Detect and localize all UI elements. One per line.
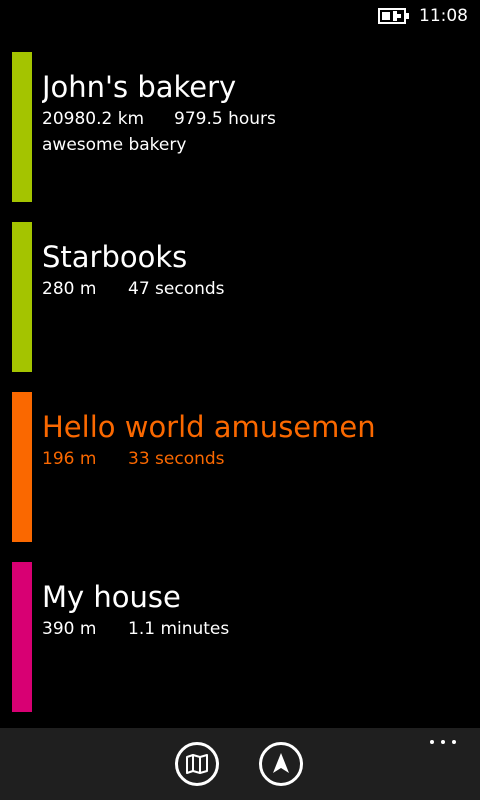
place-texts: Hello world amusement 196 m 33 seconds bbox=[42, 408, 374, 470]
battery-charging-icon bbox=[378, 8, 409, 24]
place-description: awesome bakery bbox=[42, 135, 187, 155]
place-name: Hello world amusement bbox=[42, 410, 374, 444]
place-duration: 979.5 hours bbox=[174, 109, 276, 129]
place-distance: 20980.2 km bbox=[42, 109, 145, 129]
place-duration: 33 seconds bbox=[128, 449, 225, 469]
place-texts: John's bakery 20980.2 km 979.5 hours awes… bbox=[42, 68, 374, 156]
place-distance: 196 m bbox=[42, 449, 97, 469]
more-button[interactable] bbox=[430, 740, 458, 748]
color-stripe bbox=[12, 52, 32, 202]
color-stripe bbox=[12, 562, 32, 712]
place-name: My house bbox=[42, 580, 181, 614]
place-distance: 390 m bbox=[42, 619, 97, 639]
status-bar: 11:08 bbox=[0, 0, 480, 32]
place-distance: 280 m bbox=[42, 279, 97, 299]
place-name: Starbooks bbox=[42, 240, 188, 274]
ellipsis-icon bbox=[430, 740, 434, 744]
place-meta: 196 m 33 seconds bbox=[42, 448, 374, 470]
navigate-button[interactable] bbox=[259, 742, 303, 786]
place-duration: 1.1 minutes bbox=[128, 619, 230, 639]
list-item[interactable]: My house 390 m 1.1 minutes bbox=[12, 562, 452, 712]
place-meta: 280 m 47 seconds bbox=[42, 278, 374, 300]
list-item[interactable]: John's bakery 20980.2 km 979.5 hours awes… bbox=[12, 52, 452, 202]
clock: 11:08 bbox=[419, 6, 468, 26]
list-item[interactable]: Starbooks 280 m 47 seconds bbox=[12, 222, 452, 372]
navigation-arrow-icon bbox=[273, 753, 289, 773]
place-duration: 47 seconds bbox=[128, 279, 225, 299]
list-item-selected[interactable]: Hello world amusement 196 m 33 seconds bbox=[12, 392, 452, 542]
ellipsis-icon bbox=[452, 740, 456, 744]
map-icon bbox=[186, 754, 208, 774]
app-bar bbox=[0, 728, 480, 800]
place-texts: My house 390 m 1.1 minutes bbox=[42, 578, 374, 640]
map-button[interactable] bbox=[175, 742, 219, 786]
screen: 11:08 John's bakery 20980.2 km 979.5 hour… bbox=[0, 0, 480, 800]
ellipsis-icon bbox=[441, 740, 445, 744]
place-name: John's bakery bbox=[42, 70, 237, 104]
color-stripe bbox=[12, 392, 32, 542]
place-texts: Starbooks 280 m 47 seconds bbox=[42, 238, 374, 300]
place-meta: 390 m 1.1 minutes bbox=[42, 618, 374, 640]
color-stripe bbox=[12, 222, 32, 372]
place-meta: 20980.2 km 979.5 hours bbox=[42, 108, 374, 130]
